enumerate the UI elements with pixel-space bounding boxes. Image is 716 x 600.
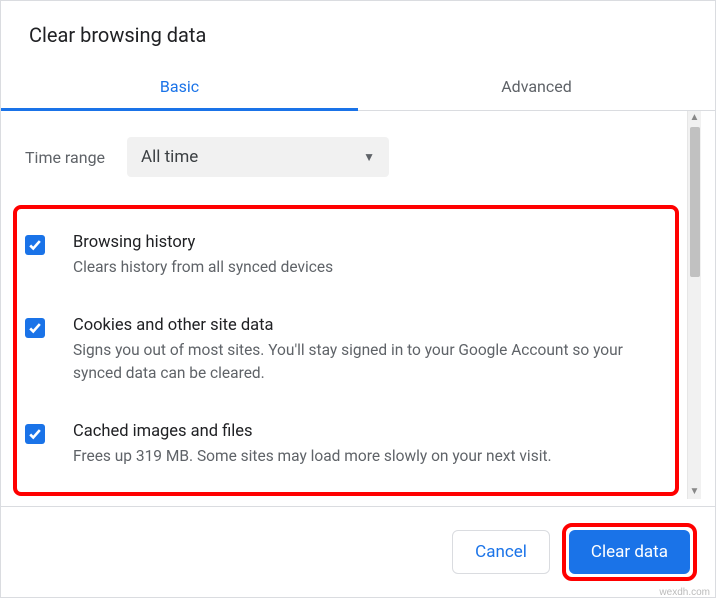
tab-advanced[interactable]: Advanced <box>358 65 715 110</box>
option-label: Browsing history <box>73 233 333 252</box>
option-desc: Signs you out of most sites. You'll stay… <box>73 339 665 384</box>
tabs: Basic Advanced <box>1 65 715 111</box>
option-cached: Cached images and files Frees up 319 MB.… <box>21 412 669 477</box>
time-range-value: All time <box>141 147 198 167</box>
option-browsing-history: Browsing history Clears history from all… <box>21 223 669 288</box>
option-label: Cached images and files <box>73 422 552 441</box>
check-icon <box>28 427 42 441</box>
scroll-area: Time range All time ▼ Browsing history C… <box>1 111 715 499</box>
tab-basic[interactable]: Basic <box>1 65 358 110</box>
time-range-label: Time range <box>25 148 105 167</box>
option-desc: Clears history from all synced devices <box>73 256 333 278</box>
scrollbar-thumb[interactable] <box>690 127 700 277</box>
scroll-up-icon[interactable]: ▲ <box>688 111 701 125</box>
dialog-footer: Cancel Clear data <box>1 506 715 597</box>
checkbox-cached[interactable] <box>25 424 45 444</box>
option-cookies: Cookies and other site data Signs you ou… <box>21 306 669 394</box>
dialog-title: Clear browsing data <box>1 1 715 65</box>
option-desc: Frees up 319 MB. Some sites may load mor… <box>73 445 552 467</box>
checkbox-cookies[interactable] <box>25 318 45 338</box>
clear-browsing-data-dialog: Clear browsing data Basic Advanced Time … <box>0 0 716 598</box>
clear-data-highlight: Clear data <box>562 523 697 581</box>
options-highlight: Browsing history Clears history from all… <box>13 205 679 496</box>
scrollbar[interactable]: ▲ ▼ <box>687 111 701 499</box>
check-icon <box>28 321 42 335</box>
time-range-select[interactable]: All time ▼ <box>127 137 389 177</box>
checkbox-browsing-history[interactable] <box>25 235 45 255</box>
check-icon <box>28 238 42 252</box>
clear-data-button[interactable]: Clear data <box>569 530 690 574</box>
chevron-down-icon: ▼ <box>363 150 375 164</box>
cancel-button[interactable]: Cancel <box>452 530 550 574</box>
option-label: Cookies and other site data <box>73 316 665 335</box>
watermark: wexdh.com <box>659 587 710 598</box>
time-range-row: Time range All time ▼ <box>25 137 677 177</box>
scroll-down-icon[interactable]: ▼ <box>688 485 701 499</box>
